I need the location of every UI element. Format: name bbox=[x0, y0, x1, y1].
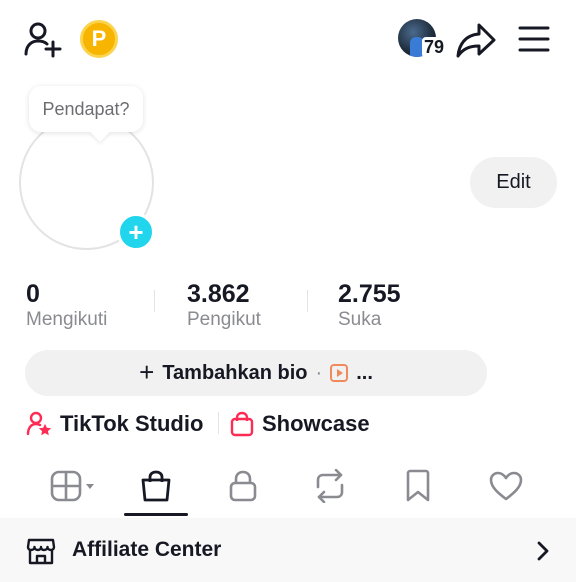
add-avatar-button[interactable]: + bbox=[117, 213, 155, 251]
lock-icon bbox=[229, 470, 257, 502]
followers-count[interactable]: 3.862 bbox=[187, 280, 250, 309]
tab-liked[interactable] bbox=[478, 462, 534, 510]
tab-shop[interactable] bbox=[128, 462, 184, 510]
affiliate-center-row[interactable]: Affiliate Center bbox=[0, 518, 576, 582]
following-count[interactable]: 0 bbox=[26, 280, 40, 309]
chevron-right-icon bbox=[537, 541, 549, 561]
plus-icon: + bbox=[128, 217, 144, 247]
share-icon[interactable] bbox=[454, 20, 498, 60]
likes-count[interactable]: 2.755 bbox=[338, 280, 401, 309]
tab-favorites[interactable] bbox=[390, 462, 446, 510]
tab-reposts[interactable] bbox=[302, 462, 358, 510]
shopping-bag-icon bbox=[230, 411, 254, 437]
menu-icon[interactable] bbox=[515, 20, 553, 58]
add-friend-icon[interactable] bbox=[22, 18, 64, 60]
repost-icon bbox=[316, 469, 344, 503]
shopping-bag-icon bbox=[141, 470, 171, 502]
plus-icon: + bbox=[139, 357, 155, 387]
add-bio-label: Tambahkan bio bbox=[162, 361, 308, 384]
active-tab-indicator bbox=[124, 513, 188, 516]
store-icon bbox=[26, 538, 56, 565]
studio-person-icon bbox=[26, 411, 52, 436]
visitor-count: 79 bbox=[422, 37, 447, 58]
likes-label: Suka bbox=[338, 309, 382, 330]
affiliate-center-label: Affiliate Center bbox=[72, 538, 222, 561]
tiktok-studio-link[interactable]: TikTok Studio bbox=[26, 405, 203, 443]
stats-divider bbox=[154, 290, 155, 312]
heart-icon bbox=[489, 471, 523, 501]
showcase-label: Showcase bbox=[262, 411, 370, 436]
profile-visitors-button[interactable]: 79 bbox=[398, 19, 448, 59]
separator-dot: · bbox=[315, 361, 323, 384]
video-icon bbox=[330, 364, 349, 382]
stats-divider bbox=[307, 290, 308, 312]
tiktok-studio-label: TikTok Studio bbox=[60, 411, 204, 436]
following-label: Mengikuti bbox=[26, 309, 108, 330]
links-divider bbox=[218, 412, 219, 434]
grid-icon bbox=[50, 470, 94, 502]
tab-private[interactable] bbox=[215, 462, 271, 510]
add-bio-button[interactable]: + Tambahkan bio · ... bbox=[25, 350, 487, 396]
followers-label: Pengikut bbox=[187, 309, 261, 330]
note-bubble[interactable]: Pendapat? bbox=[29, 86, 143, 132]
more-ellipsis: ... bbox=[356, 361, 373, 384]
tab-videos[interactable] bbox=[47, 462, 103, 510]
coin-icon[interactable]: P bbox=[80, 20, 118, 58]
bookmark-icon bbox=[406, 469, 430, 502]
edit-profile-button[interactable]: Edit bbox=[470, 157, 557, 208]
showcase-link[interactable]: Showcase bbox=[230, 405, 370, 443]
